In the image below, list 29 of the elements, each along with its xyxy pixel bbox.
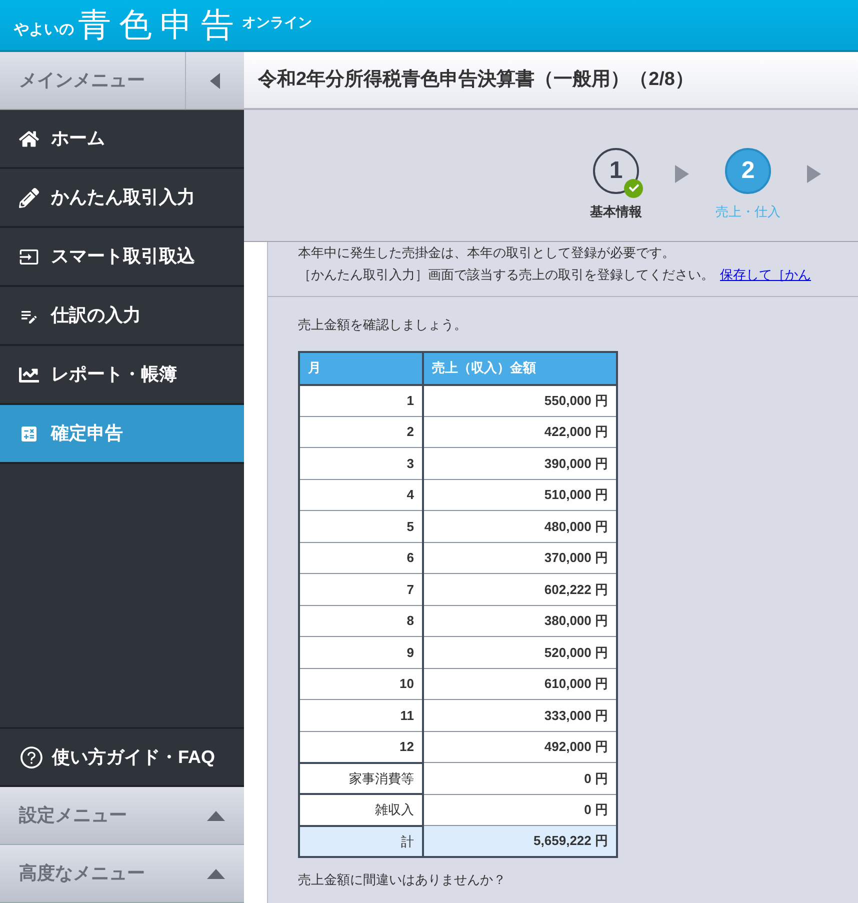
notice-text: 本年中に発生した売掛金は、本年の取引として登録が必要です。 [298, 244, 676, 262]
caret-up-icon [207, 868, 225, 878]
prompt-text: 売上金額を確認しましょう。 [298, 316, 468, 334]
caret-up-icon [207, 810, 225, 820]
step-number: 2 [725, 148, 771, 194]
calculator-icon [19, 424, 39, 444]
step-arrow-icon [807, 164, 821, 182]
row-label: 計 [299, 826, 423, 857]
caret-icon [210, 72, 220, 88]
page-title: 令和2年分所得税青色申告決算書（一般用）（2/8） [258, 68, 694, 92]
logo-prefix: やよいの [14, 20, 74, 40]
notice-text: ［かんたん取引入力］画面で該当する売上の取引を登録してください。 [298, 266, 714, 284]
help-icon [19, 744, 44, 770]
step-label: 基本情報 [590, 202, 642, 221]
row-label: 家事消費等 [299, 762, 423, 794]
pencil-icon [19, 188, 39, 208]
check-icon [624, 178, 643, 198]
home-icon [19, 128, 39, 148]
column-header: 月 [299, 352, 423, 384]
logo-suffix: オンライン [242, 13, 312, 32]
save-link[interactable]: 保存して［かん [720, 264, 811, 286]
step-label: 売上・仕入 [716, 202, 780, 221]
column-header: 売上（収入）金額 [423, 352, 617, 384]
bar-chart-icon [19, 364, 39, 384]
card-arrow-icon [19, 246, 39, 266]
question-text: 売上金額に間違いはありませんか？ [298, 871, 507, 889]
sidebar-title: メインメニュー [0, 52, 186, 109]
logo-title: 青色申告 [78, 8, 242, 41]
step-arrow-icon [675, 164, 689, 182]
